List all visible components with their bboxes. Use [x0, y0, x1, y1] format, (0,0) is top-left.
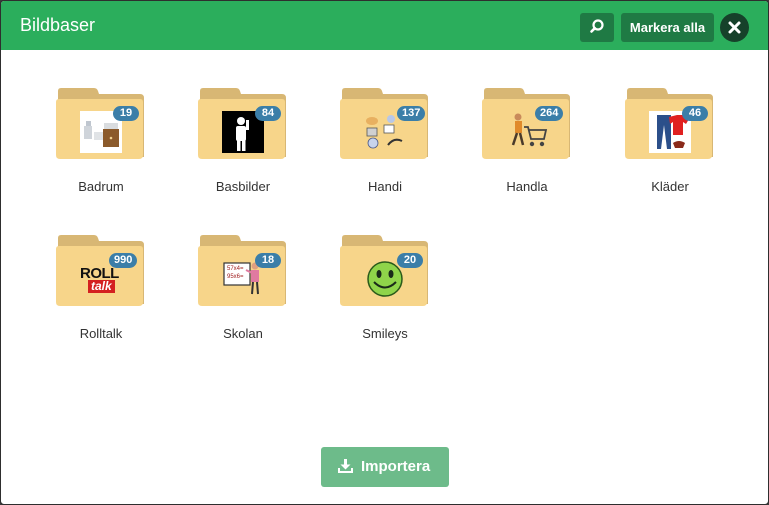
image-count-badge: 84: [255, 106, 281, 121]
folder-badrum[interactable]: 19 Badrum: [56, 87, 166, 207]
select-all-button[interactable]: Markera alla: [621, 13, 714, 42]
folder-basbilder[interactable]: 84 Basbilder: [198, 87, 308, 207]
image-count-badge: 19: [113, 106, 139, 121]
close-icon: [728, 21, 741, 34]
folder-rolltalk[interactable]: ROLL talk 990 Rolltalk: [56, 234, 166, 354]
folder-label: Rolltalk: [79, 326, 123, 341]
image-count-badge: 20: [397, 253, 423, 268]
folder-label: Badrum: [78, 179, 124, 194]
folder-label: Smileys: [362, 326, 408, 341]
rolltalk-logo-talk: talk: [88, 280, 115, 293]
image-count-badge: 46: [682, 106, 708, 121]
board-text-2: 95x6=: [227, 274, 244, 280]
dialog-title: Bildbaser: [20, 15, 96, 35]
bildbaser-dialog: Bildbaser Markera alla 19 Badrum 84 Basb…: [0, 0, 769, 505]
folder-handla[interactable]: 264 Handla: [482, 87, 592, 207]
search-button[interactable]: [580, 13, 614, 42]
folder-label: Handi: [368, 179, 402, 194]
folder-klader[interactable]: 46 Kläder: [625, 87, 735, 207]
dialog-header: Bildbaser Markera alla: [1, 1, 768, 50]
image-count-badge: 137: [397, 106, 426, 121]
folder-label: Basbilder: [215, 179, 271, 194]
image-count-badge: 990: [109, 253, 138, 268]
board-text-1: 57x4=: [227, 266, 244, 272]
image-count-badge: 18: [255, 253, 281, 268]
import-button[interactable]: Importera: [321, 447, 449, 487]
folder-skolan[interactable]: 57x4= 95x6= 18 Skolan: [198, 234, 308, 354]
folder-label: Skolan: [223, 326, 263, 341]
download-icon: [338, 459, 353, 473]
close-button[interactable]: [720, 13, 749, 42]
import-label: Importera: [361, 458, 431, 475]
folder-label: Handla: [506, 179, 548, 194]
folder-smileys[interactable]: 20 Smileys: [340, 234, 450, 354]
image-count-badge: 264: [535, 106, 564, 121]
folder-handi[interactable]: 137 Handi: [340, 87, 450, 207]
search-icon: [590, 19, 604, 33]
folder-label: Kläder: [651, 179, 689, 194]
